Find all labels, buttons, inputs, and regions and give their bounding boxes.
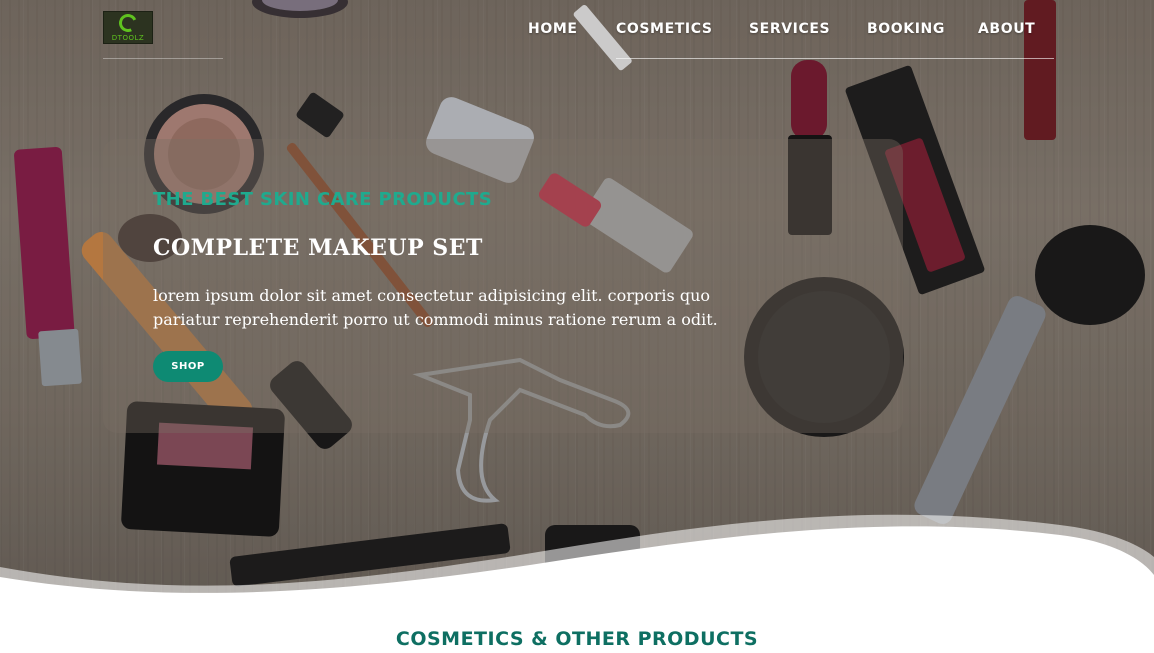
- hero-description: lorem ipsum dolor sit amet consectetur a…: [153, 286, 718, 329]
- section-title: COSMETICS & OTHER PRODUCTS: [395, 628, 759, 650]
- hero-title: COMPLETE MAKEUP SET: [153, 235, 483, 261]
- nav-services-link[interactable]: SERVICES: [749, 19, 867, 39]
- brand-logo[interactable]: DTOOLZ: [103, 11, 153, 44]
- nav-underline: [616, 58, 1054, 59]
- main-nav: HOME COSMETICS SERVICES BOOKING ABOUT: [528, 19, 1038, 39]
- shop-button[interactable]: SHOP: [153, 351, 223, 382]
- hero-wave-divider: [0, 514, 1154, 605]
- logo-underline: [103, 58, 223, 59]
- nav-booking-link[interactable]: BOOKING: [867, 19, 978, 39]
- nav-cosmetics-link[interactable]: COSMETICS: [616, 19, 749, 39]
- nav-about-link[interactable]: ABOUT: [978, 19, 1038, 39]
- nav-home-link[interactable]: HOME: [528, 19, 616, 39]
- hero-kicker: THE BEST SKIN CARE PRODUCTS: [153, 189, 493, 210]
- logo-swirl-icon: [116, 11, 140, 35]
- logo-text: DTOOLZ: [111, 34, 145, 42]
